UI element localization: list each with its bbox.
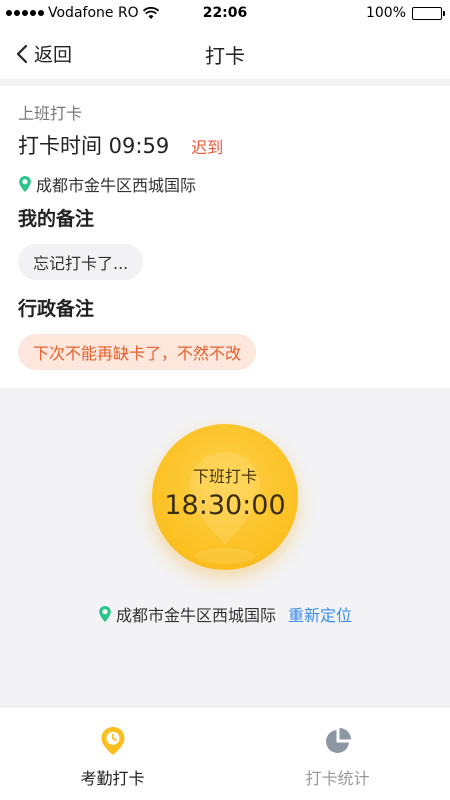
location-pin-icon — [19, 176, 31, 192]
admin-note-chip: 下次不能再缺卡了，不然不改 — [18, 334, 257, 370]
my-note-title: 我的备注 — [18, 208, 95, 230]
status-right: 100% — [365, 5, 445, 21]
clock-out-button[interactable]: 下班打卡 18:30:00 — [152, 424, 298, 570]
punch-area: 下班打卡 18:30:00 成都市金牛区西城国际 重新定位 — [0, 388, 450, 706]
checkin-record-card: 上班打卡 打卡时间 09:59 迟到 成都市金牛区西城国际 我的备注 忘记打卡了… — [0, 86, 450, 388]
battery-icon — [412, 6, 445, 20]
relocate-link[interactable]: 重新定位 — [288, 602, 352, 626]
status-bar: Vodafone RO 22:06 100% — [0, 0, 450, 28]
tab-bar: 考勤打卡 打卡统计 — [0, 706, 450, 800]
tab-statistics-label: 打卡统计 — [305, 769, 370, 788]
current-location: 成都市金牛区西城国际 — [115, 606, 276, 625]
back-button[interactable]: 返回 — [16, 40, 72, 67]
nav-bar: 返回 打卡 — [0, 28, 450, 80]
clock-out-label: 下班打卡 — [192, 467, 257, 486]
back-label: 返回 — [34, 44, 73, 66]
admin-note-title: 行政备注 — [18, 298, 95, 320]
checkin-location-row: 成都市金牛区西城国际 — [18, 172, 196, 196]
current-location-row: 成都市金牛区西城国际 重新定位 — [0, 602, 450, 626]
clock-out-time: 18:30:00 — [164, 490, 286, 521]
checkin-location: 成都市金牛区西城国际 — [36, 176, 197, 195]
checkin-section-label: 上班打卡 — [18, 104, 83, 123]
my-note-chip: 忘记打卡了... — [18, 244, 144, 280]
clock-in-time: 打卡时间 09:59 — [18, 134, 170, 158]
tab-attendance-label: 考勤打卡 — [80, 769, 145, 788]
late-status-badge: 迟到 — [191, 138, 224, 157]
battery-percent: 100% — [365, 5, 406, 21]
tab-attendance[interactable]: 考勤打卡 — [0, 707, 225, 800]
clock-pin-icon — [101, 727, 125, 755]
pie-chart-icon — [326, 728, 351, 753]
tab-statistics[interactable]: 打卡统计 — [225, 707, 450, 800]
location-pin-icon — [99, 606, 111, 622]
chevron-left-icon — [16, 44, 28, 63]
clock-in-row: 打卡时间 09:59 迟到 — [18, 130, 223, 160]
